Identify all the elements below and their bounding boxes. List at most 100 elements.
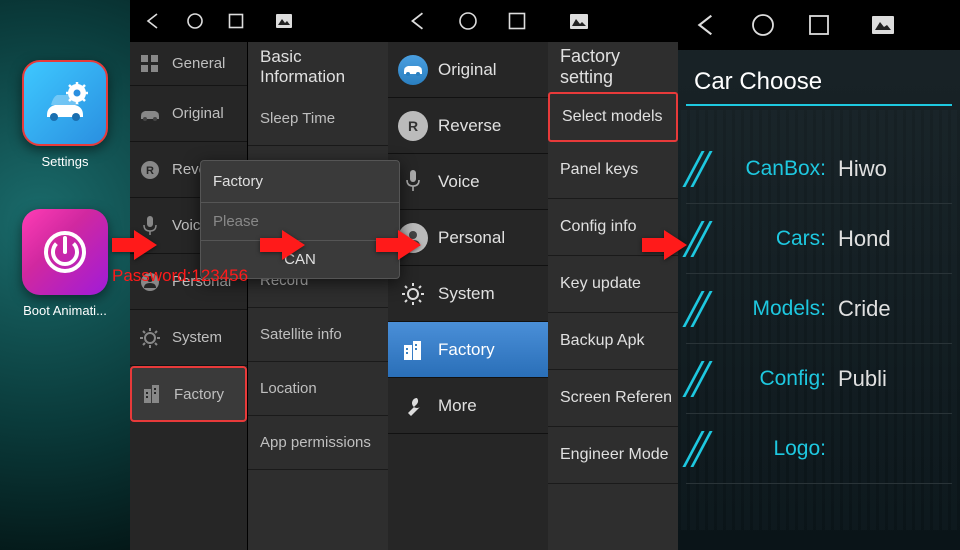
gear-icon xyxy=(398,279,428,309)
config-row-models[interactable]: Models: Cride xyxy=(686,274,952,344)
popup-title: Factory xyxy=(201,161,399,203)
detail-item[interactable]: Satellite info xyxy=(248,308,388,362)
home-screen: Settings Boot Animati... xyxy=(0,0,130,550)
sidebar-item-factory[interactable]: Factory xyxy=(130,366,247,422)
sidebar-label: Personal xyxy=(438,228,505,248)
r-circle-icon: R xyxy=(398,111,428,141)
back-icon[interactable] xyxy=(144,12,162,30)
settings-panel-2: Original RReverse Voice Personal System … xyxy=(388,0,678,550)
sidebar-item-more[interactable]: More xyxy=(388,378,548,434)
sidebar-label: Factory xyxy=(438,340,495,360)
sidebar-item-factory[interactable]: Factory xyxy=(388,322,548,378)
r-circle-icon: R xyxy=(138,158,162,182)
svg-text:R: R xyxy=(146,165,154,177)
building-icon xyxy=(140,382,164,406)
sidebar-label: Voice xyxy=(438,172,480,192)
sidebar-item-reverse[interactable]: R Reverse xyxy=(388,98,548,154)
recent-icon[interactable] xyxy=(508,12,526,30)
detail-header: Basic Information xyxy=(248,42,388,92)
sidebar-label: Original xyxy=(438,60,497,80)
row-label: Cars: xyxy=(724,227,826,251)
settings-sidebar: Original RReverse Voice Personal System … xyxy=(388,42,548,550)
wrench-icon xyxy=(398,391,428,421)
flow-arrow-icon xyxy=(376,228,422,262)
row-marker-icon xyxy=(686,359,716,399)
flow-arrow-icon xyxy=(642,228,688,262)
detail-header: Factory setting xyxy=(548,42,678,92)
row-marker-icon xyxy=(686,429,716,469)
detail-item[interactable]: Panel keys xyxy=(548,142,678,199)
mic-icon xyxy=(398,167,428,197)
sidebar-item-voice[interactable]: Voice xyxy=(388,154,548,210)
row-label: CanBox: xyxy=(724,157,826,181)
detail-item[interactable]: Location xyxy=(248,362,388,416)
divider xyxy=(686,104,952,106)
recent-icon[interactable] xyxy=(228,13,244,29)
car-icon xyxy=(398,55,428,85)
row-label: Config: xyxy=(724,367,826,391)
row-marker-icon xyxy=(686,149,716,189)
config-row-logo[interactable]: Logo: xyxy=(686,414,952,484)
grid-icon xyxy=(138,52,162,76)
gallery-icon[interactable] xyxy=(570,14,588,29)
page-title: Car Choose xyxy=(678,50,960,104)
flow-arrow-icon xyxy=(260,228,306,262)
sidebar-item-general[interactable]: General xyxy=(130,42,247,86)
car-icon xyxy=(138,102,162,126)
row-marker-icon xyxy=(686,219,716,259)
row-value: Publi xyxy=(838,366,887,392)
detail-item[interactable]: Engineer Mode xyxy=(548,427,678,484)
recent-icon[interactable] xyxy=(808,14,830,36)
password-hint-text: Password:123456 xyxy=(112,266,248,286)
settings-panel-1: General Original RReverse Voice Personal… xyxy=(130,0,388,550)
detail-item-select-models[interactable]: Select models xyxy=(548,92,678,142)
row-value: Cride xyxy=(838,296,891,322)
sidebar-label: System xyxy=(438,284,495,304)
gallery-icon[interactable] xyxy=(276,14,292,28)
config-row-canbox[interactable]: CanBox: Hiwo xyxy=(686,134,952,204)
sidebar-label: More xyxy=(438,396,477,416)
app-boot-animation[interactable]: Boot Animati... xyxy=(22,209,108,318)
row-value: Hond xyxy=(838,226,891,252)
gallery-icon[interactable] xyxy=(872,16,894,34)
app-label: Boot Animati... xyxy=(23,303,107,318)
car-choose-panel: Car Choose CanBox: Hiwo Cars: Hond Models:… xyxy=(678,0,960,550)
sidebar-label: Factory xyxy=(174,386,224,403)
sidebar-label: General xyxy=(172,55,225,72)
settings-sidebar: General Original RReverse Voice Personal… xyxy=(130,42,248,550)
sidebar-item-original[interactable]: Original xyxy=(388,42,548,98)
row-marker-icon xyxy=(686,289,716,329)
settings-detail: Basic Information Sleep Time Panel light… xyxy=(248,42,388,550)
row-label: Logo: xyxy=(724,437,826,461)
android-nav-bar xyxy=(130,0,388,42)
back-icon[interactable] xyxy=(408,11,428,31)
home-icon[interactable] xyxy=(750,12,776,38)
android-nav-bar xyxy=(388,0,678,42)
sidebar-item-system[interactable]: System xyxy=(388,266,548,322)
sidebar-item-system[interactable]: System xyxy=(130,310,247,366)
detail-item[interactable]: App permissions xyxy=(248,416,388,470)
sidebar-label: Original xyxy=(172,105,224,122)
detail-item[interactable]: Backup Apk xyxy=(548,313,678,370)
flow-arrow-icon xyxy=(112,228,158,262)
back-icon[interactable] xyxy=(694,13,718,37)
gear-icon xyxy=(138,326,162,350)
home-icon[interactable] xyxy=(458,11,478,31)
config-row-config[interactable]: Config: Publi xyxy=(686,344,952,414)
app-label: Settings xyxy=(42,154,89,169)
app-settings[interactable]: Settings xyxy=(22,60,108,169)
home-icon[interactable] xyxy=(186,12,204,30)
sidebar-item-original[interactable]: Original xyxy=(130,86,247,142)
settings-app-icon xyxy=(22,60,108,146)
factory-settings-detail: Factory setting Select models Panel keys… xyxy=(548,42,678,550)
detail-item[interactable]: Screen Referen xyxy=(548,370,678,427)
row-label: Models: xyxy=(724,297,826,321)
detail-item[interactable]: Sleep Time xyxy=(248,92,388,146)
boot-animation-app-icon xyxy=(22,209,108,295)
android-nav-bar xyxy=(678,0,960,50)
sidebar-label: Reverse xyxy=(438,116,501,136)
row-value: Hiwo xyxy=(838,156,887,182)
config-row-cars[interactable]: Cars: Hond xyxy=(686,204,952,274)
building-icon xyxy=(398,335,428,365)
detail-item[interactable]: Key update xyxy=(548,256,678,313)
